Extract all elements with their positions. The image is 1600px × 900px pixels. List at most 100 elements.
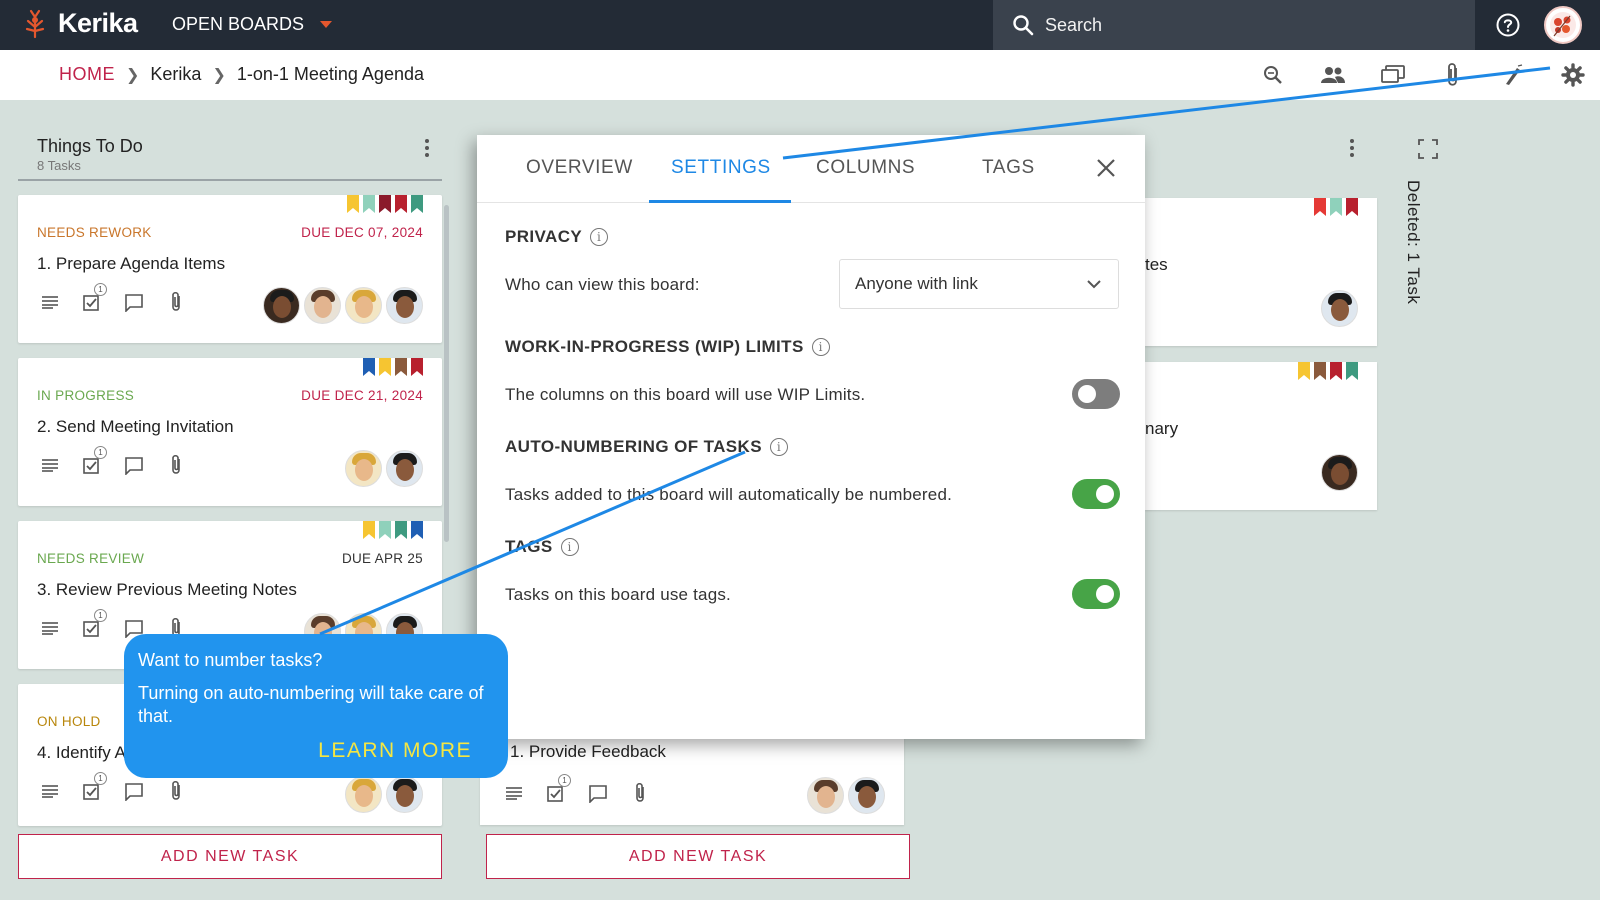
breadcrumb-bar: HOME ❯ Kerika ❯ 1-on-1 Meeting Agenda [0, 50, 1600, 100]
zoom-icon[interactable] [1260, 62, 1286, 88]
avatar[interactable] [1321, 454, 1358, 491]
tag-flag-icon[interactable] [411, 521, 423, 539]
column-title[interactable]: Things To Do [37, 136, 143, 157]
info-icon[interactable]: i [590, 228, 609, 246]
tag-flag-icon[interactable] [395, 521, 407, 539]
assignee-avatars [803, 777, 885, 814]
avatar[interactable] [386, 776, 423, 813]
task-card-icons: 1 [39, 772, 207, 802]
info-icon[interactable]: i [811, 338, 830, 356]
tag-flags [1310, 198, 1358, 216]
tag-flag-icon[interactable] [395, 195, 407, 213]
chevron-right-icon: ❯ [212, 66, 226, 84]
tab-tags[interactable]: TAGS [982, 157, 1035, 179]
info-icon[interactable]: i [560, 538, 579, 556]
auto-numbering-toggle[interactable] [1072, 479, 1120, 509]
checklist-count-badge: 1 [94, 772, 107, 785]
user-avatar[interactable] [1544, 6, 1582, 44]
tag-flag-icon[interactable] [395, 358, 407, 376]
add-new-task-button[interactable]: ADD NEW TASK [486, 834, 910, 879]
avatar[interactable] [807, 777, 844, 814]
tab-overview[interactable]: OVERVIEW [526, 157, 633, 179]
more-vertical-icon[interactable] [1349, 138, 1355, 163]
learn-more-link[interactable]: LEARN MORE [318, 739, 472, 763]
chat-icon[interactable] [1380, 62, 1406, 88]
tag-flag-icon[interactable] [379, 358, 391, 376]
help-icon[interactable] [1496, 13, 1520, 42]
wip-label: The columns on this board will use WIP L… [505, 385, 866, 404]
checklist-icon: 1 [81, 609, 107, 639]
task-due-date: DUE APR 25 [341, 551, 423, 566]
autonumber-tooltip-callout: Want to number tasks? Turning on auto-nu… [124, 634, 508, 778]
avatar[interactable] [386, 450, 423, 487]
avatar[interactable] [848, 777, 885, 814]
team-icon[interactable] [1320, 62, 1346, 88]
chevron-down-icon [1086, 276, 1102, 297]
settings-icon[interactable] [1560, 62, 1586, 88]
tag-flag-icon[interactable] [347, 195, 359, 213]
avatar[interactable] [304, 287, 341, 324]
task-card[interactable]: 1. Provide Feedback 1 [480, 735, 904, 825]
tab-settings[interactable]: SETTINGS [671, 157, 771, 179]
tag-flag-icon[interactable] [1298, 362, 1310, 380]
avatar[interactable] [1321, 290, 1358, 327]
tag-flag-icon[interactable] [411, 195, 423, 213]
column-scrollbar[interactable] [444, 205, 449, 542]
tag-flag-icon[interactable] [1330, 198, 1342, 216]
task-card[interactable]: nary [1145, 362, 1377, 510]
breadcrumb-home-link[interactable]: HOME [59, 64, 115, 85]
tag-flags [359, 358, 423, 376]
tag-flag-icon[interactable] [379, 195, 391, 213]
autonumber-label: Tasks added to this board will automatic… [505, 485, 953, 504]
tag-flag-icon[interactable] [1346, 198, 1358, 216]
avatar[interactable] [345, 287, 382, 324]
avatar[interactable] [345, 776, 382, 813]
flower-avatar-icon [1550, 12, 1576, 38]
toggle-knob [1096, 485, 1114, 503]
more-vertical-icon[interactable] [424, 138, 430, 163]
search-input[interactable]: Search [993, 0, 1475, 50]
assignee-avatars [1317, 290, 1358, 327]
tag-flag-icon[interactable] [411, 358, 423, 376]
open-boards-menu[interactable]: OPEN BOARDS [172, 14, 333, 35]
tag-flags [1294, 362, 1358, 380]
tag-flag-icon[interactable] [363, 358, 375, 376]
wip-limits-toggle[interactable] [1072, 379, 1120, 409]
task-card[interactable]: IN PROGRESS DUE DEC 21, 2024 2. Send Meeti… [18, 358, 442, 506]
add-new-task-button[interactable]: ADD NEW TASK [18, 834, 442, 879]
task-title: 1. Provide Feedback [510, 742, 666, 761]
board-toolbar [1260, 62, 1600, 88]
tag-flag-icon[interactable] [1314, 362, 1326, 380]
avatar[interactable] [263, 287, 300, 324]
avatar[interactable] [345, 450, 382, 487]
task-card[interactable]: tes [1145, 198, 1377, 346]
attachment-icon[interactable] [1440, 62, 1466, 88]
highlight-icon[interactable] [1500, 62, 1526, 88]
tag-flag-icon[interactable] [379, 521, 391, 539]
toggle-knob [1096, 585, 1114, 603]
info-icon[interactable]: i [769, 438, 788, 456]
autonumber-heading: AUTO-NUMBERING OF TASKS i [505, 437, 788, 457]
tag-flag-icon[interactable] [1314, 198, 1326, 216]
breadcrumb-kerika-link[interactable]: Kerika [150, 64, 201, 85]
tags-heading-text: TAGS [505, 537, 553, 556]
tags-toggle[interactable] [1072, 579, 1120, 609]
tag-flag-icon[interactable] [1330, 362, 1342, 380]
task-card[interactable]: NEEDS REWORK DUE DEC 07, 2024 1. Prepare A… [18, 195, 442, 343]
privacy-select-value: Anyone with link [855, 274, 978, 293]
tab-columns[interactable]: COLUMNS [816, 157, 915, 179]
tag-flags [359, 521, 423, 539]
tag-flag-icon[interactable] [363, 195, 375, 213]
dialog-tabs: OVERVIEW SETTINGS COLUMNS TAGS [477, 135, 1145, 203]
close-icon[interactable] [1095, 157, 1117, 184]
avatar[interactable] [386, 287, 423, 324]
tag-flag-icon[interactable] [1346, 362, 1358, 380]
assignee-avatars [259, 287, 423, 324]
assignee-avatars [1317, 454, 1358, 491]
app-name: Kerika [58, 8, 138, 38]
tag-flag-icon[interactable] [363, 521, 375, 539]
kerika-logo[interactable]: Kerika [22, 8, 138, 39]
privacy-select[interactable]: Anyone with link [839, 259, 1119, 309]
expand-icon[interactable] [1416, 137, 1440, 166]
deleted-tasks-label[interactable]: Deleted: 1 Task [1403, 180, 1423, 304]
